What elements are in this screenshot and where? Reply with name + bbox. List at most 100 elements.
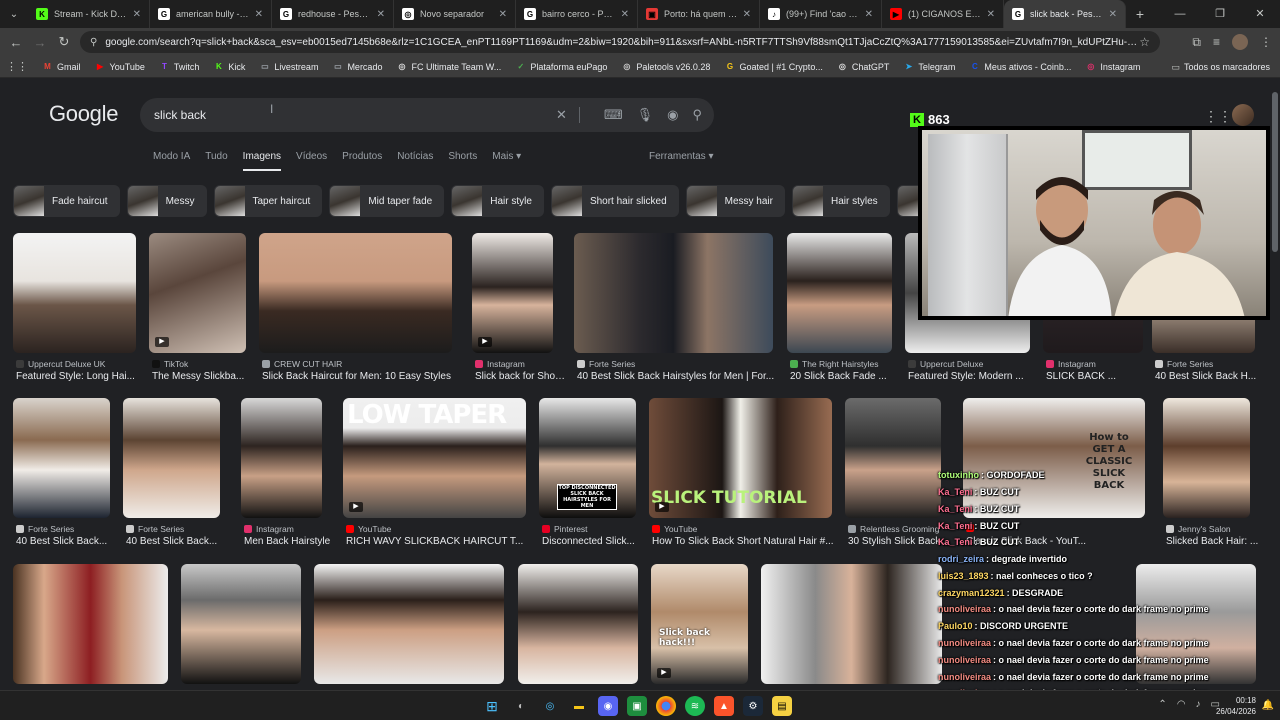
- maximize-icon[interactable]: ❐: [1200, 0, 1240, 28]
- chrome-icon[interactable]: [656, 696, 676, 716]
- new-tab-button[interactable]: +: [1126, 0, 1154, 28]
- result-caption[interactable]: The Messy Slickba...: [152, 371, 259, 382]
- browser-tab[interactable]: G american bully - Pesq ✕: [150, 0, 272, 28]
- notes-icon[interactable]: ▤: [772, 696, 792, 716]
- tab-close-icon[interactable]: ✕: [621, 9, 629, 20]
- browser-tab[interactable]: ▣ Porto: há quem tenh ✕: [638, 0, 760, 28]
- result-thumbnail[interactable]: [1163, 398, 1250, 518]
- reload-icon[interactable]: ↻: [52, 34, 76, 50]
- search-box[interactable]: slick back ✕ ⌨ 🎙 ◉ ⚲: [140, 98, 714, 132]
- lens-icon[interactable]: ◉: [667, 107, 678, 123]
- edge-icon[interactable]: ◎: [540, 696, 560, 716]
- refinement-chip[interactable]: Fade haircut: [13, 185, 120, 217]
- bookmark-item[interactable]: ◎ Instagram: [1085, 61, 1140, 72]
- chat-username[interactable]: Ka_Teni: [938, 537, 972, 547]
- file-explorer-icon[interactable]: ▬: [569, 696, 589, 716]
- result-thumbnail[interactable]: [13, 398, 110, 518]
- result-thumbnail[interactable]: [1136, 564, 1256, 684]
- result-thumbnail[interactable]: [181, 564, 301, 684]
- search-input[interactable]: slick back: [154, 108, 556, 122]
- search-tab[interactable]: Mais ▾: [492, 151, 521, 171]
- bookmark-item[interactable]: ▶ YouTube: [95, 61, 145, 72]
- chat-username[interactable]: nunoliveiraa: [938, 604, 991, 614]
- refinement-chip[interactable]: Mid taper fade: [329, 185, 445, 217]
- browser-tab[interactable]: G bairro cerco - Pesqu ✕: [516, 0, 638, 28]
- search-tab[interactable]: Notícias: [397, 151, 433, 171]
- result-thumbnail[interactable]: SLICK TUTORIAL ▶: [649, 398, 832, 518]
- tools-button[interactable]: Ferramentas ▾: [649, 151, 713, 162]
- bookmark-star-icon[interactable]: ☆: [1139, 35, 1150, 49]
- apps-grid-icon[interactable]: ⋮⋮: [6, 60, 28, 73]
- refinement-chip[interactable]: Taper haircut: [213, 185, 323, 217]
- tab-close-icon[interactable]: ✕: [1109, 9, 1117, 20]
- browser-tab[interactable]: ▶ (1) CIGANOS EM PO ✕: [882, 0, 1004, 28]
- bookmark-item[interactable]: ➤ Telegram: [903, 61, 955, 72]
- tab-close-icon[interactable]: ✕: [865, 9, 873, 20]
- bookmark-item[interactable]: ▭ Mercado: [332, 61, 382, 72]
- bookmark-item[interactable]: ✓ Plataforma euPago: [515, 61, 607, 72]
- result-caption[interactable]: Slicked Back Hair: ...: [1166, 536, 1263, 547]
- result-caption[interactable]: 40 Best Slick Back...: [126, 536, 233, 547]
- system-clock[interactable]: 00:18 26/04/2026: [1216, 695, 1256, 717]
- result-thumbnail[interactable]: [13, 233, 136, 353]
- bookmark-item[interactable]: ▭ Livestream: [259, 61, 318, 72]
- media-controls-icon[interactable]: ≡: [1213, 35, 1220, 49]
- chat-username[interactable]: rodri_zeira: [938, 554, 984, 564]
- clear-search-icon[interactable]: ✕: [556, 107, 580, 123]
- refinement-chip[interactable]: Messy: [126, 185, 207, 217]
- profile-avatar[interactable]: [1232, 34, 1248, 50]
- browser-tab[interactable]: K Stream - Kick Dashbo ✕: [28, 0, 150, 28]
- result-caption[interactable]: RICH WAVY SLICKBACK HAIRCUT T...: [346, 536, 539, 547]
- tab-close-icon[interactable]: ✕: [377, 9, 385, 20]
- result-caption[interactable]: Disconnected Slick...: [542, 536, 649, 547]
- refinement-chip[interactable]: Hair style: [451, 185, 544, 217]
- result-thumbnail[interactable]: [761, 564, 942, 684]
- chat-username[interactable]: Ka_Teni: [938, 487, 972, 497]
- chat-username[interactable]: nunoliveiraa: [938, 655, 991, 665]
- result-caption[interactable]: Slick back for Shor...: [475, 371, 566, 382]
- search-tab[interactable]: Shorts: [448, 151, 477, 171]
- tab-close-icon[interactable]: ✕: [743, 9, 751, 20]
- page-scrollbar[interactable]: [1271, 80, 1279, 688]
- discord-icon[interactable]: ◉: [598, 696, 618, 716]
- chat-username[interactable]: nunoliveiraa: [938, 672, 991, 682]
- result-caption[interactable]: How To Slick Back Short Natural Hair #..…: [652, 536, 845, 547]
- bookmark-item[interactable]: G Goated | #1 Crypto...: [724, 61, 823, 72]
- chat-username[interactable]: crazyman12321: [938, 588, 1005, 598]
- search-tab[interactable]: Produtos: [342, 151, 382, 171]
- steam-icon[interactable]: ⚙: [743, 696, 763, 716]
- bookmark-item[interactable]: M Gmail: [42, 61, 80, 72]
- refinement-chip[interactable]: Hair styles: [792, 185, 890, 217]
- result-thumbnail[interactable]: TOP DISCONNECTED SLICK BACK HAIRSTYLES F…: [539, 398, 636, 518]
- back-arrow-icon[interactable]: ←: [4, 35, 28, 50]
- forward-arrow-icon[interactable]: →: [28, 35, 52, 50]
- result-caption[interactable]: 40 Best Slick Back Hairstyles for Men | …: [577, 371, 786, 382]
- address-bar[interactable]: ⚲ google.com/search?q=slick+back&sca_esv…: [80, 31, 1160, 53]
- search-icon[interactable]: ⚲: [692, 107, 702, 123]
- refinement-chip[interactable]: Short hair slicked: [550, 185, 679, 217]
- volume-icon[interactable]: ♪: [1196, 699, 1201, 710]
- result-thumbnail[interactable]: How to GET A CLASSIC SLICK BACK: [963, 398, 1145, 518]
- bookmark-item[interactable]: K Kick: [213, 61, 245, 72]
- google-apps-icon[interactable]: ⋮⋮: [1204, 108, 1232, 125]
- result-thumbnail[interactable]: [241, 398, 322, 518]
- result-caption[interactable]: Slick Back Haircut for Men: 10 Easy Styl…: [262, 371, 465, 382]
- start-button-icon[interactable]: ⊞: [482, 696, 502, 716]
- minimize-icon[interactable]: —: [1160, 0, 1200, 28]
- all-bookmarks-folder[interactable]: ▭ Todos os marcadores: [1171, 56, 1270, 78]
- result-thumbnail[interactable]: [845, 398, 941, 518]
- browser-tab[interactable]: ♪ (99+) Find 'cao muito ✕: [760, 0, 882, 28]
- browser-menu-icon[interactable]: ⋮: [1260, 35, 1272, 49]
- wifi-icon[interactable]: ◠: [1177, 699, 1186, 710]
- brave-icon[interactable]: ▲: [714, 696, 734, 716]
- tab-close-icon[interactable]: ✕: [255, 9, 263, 20]
- google-logo[interactable]: Google: [49, 101, 118, 127]
- scrollbar-thumb[interactable]: [1272, 92, 1278, 252]
- notification-bell-icon[interactable]: 🔔: [1262, 700, 1274, 711]
- result-thumbnail[interactable]: ▶: [472, 233, 553, 353]
- result-thumbnail[interactable]: ▶: [149, 233, 246, 353]
- voice-search-icon[interactable]: 🎙: [637, 107, 654, 123]
- result-thumbnail[interactable]: [787, 233, 892, 353]
- search-tab[interactable]: Imagens: [242, 151, 282, 171]
- result-thumbnail[interactable]: [259, 233, 452, 353]
